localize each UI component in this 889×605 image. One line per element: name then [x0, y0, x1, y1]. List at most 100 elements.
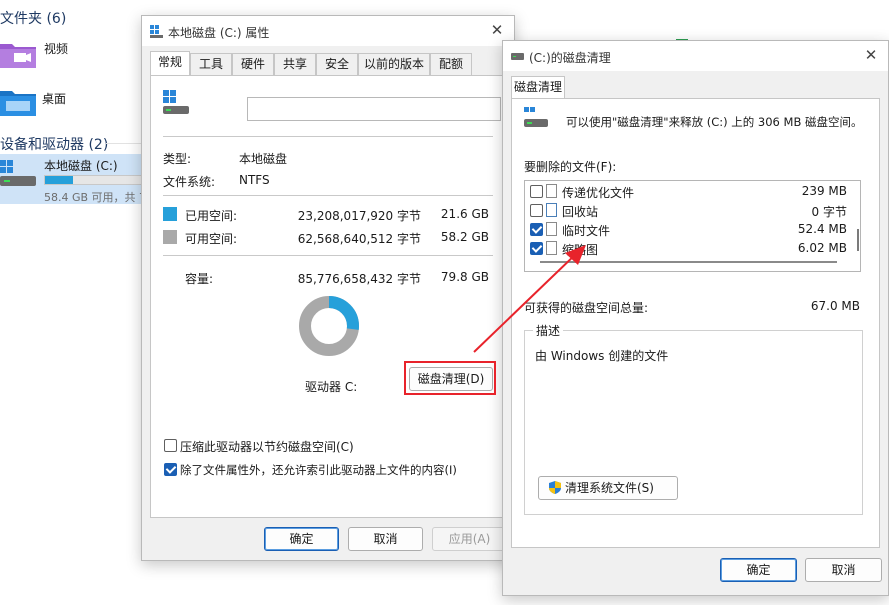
total-space-label: 可获得的磁盘空间总量: — [524, 301, 649, 315]
folder-label-video: 视频 — [44, 42, 69, 56]
type-label: 类型: — [163, 152, 192, 166]
drive-item-c[interactable]: 本地磁盘 (C:) 58.4 GB 可用，共 79 — [0, 154, 154, 204]
free-space-swatch — [163, 230, 177, 244]
files-to-delete-list[interactable]: 传递优化文件 239 MB 回收站 0 字节 临时文件 52.4 MB 缩略图 … — [524, 180, 861, 272]
file-size: 6.02 MB — [797, 241, 847, 255]
drive-name-input[interactable] — [247, 97, 501, 121]
used-space-label: 已用空间: — [185, 209, 238, 223]
free-space-bytes: 62,568,640,512 字节 — [297, 232, 421, 246]
index-label: 除了文件属性外，还允许索引此驱动器上文件的内容(I) — [180, 463, 457, 477]
files-to-delete-label: 要删除的文件(F): — [524, 160, 617, 174]
file-checkbox[interactable] — [530, 204, 543, 217]
cleanup-intro: 可以使用"磁盘清理"来释放 (C:) 上的 306 MB 磁盘空间。 — [566, 115, 863, 129]
cleanup-ok-button[interactable]: 确定 — [720, 558, 797, 582]
file-checkbox[interactable] — [530, 223, 543, 236]
recycle-bin-icon — [546, 203, 557, 217]
tab-disk-cleanup[interactable]: 磁盘清理 — [511, 76, 565, 100]
divider — [163, 255, 493, 256]
description-title: 描述 — [533, 322, 564, 339]
close-icon: ✕ — [864, 46, 878, 64]
folder-label-desktop: 桌面 — [42, 92, 67, 106]
cleanup-close-button[interactable]: ✕ — [860, 45, 882, 65]
tab-hardware[interactable]: 硬件 — [232, 53, 274, 75]
devices-divider — [106, 143, 142, 144]
file-name: 回收站 — [562, 205, 599, 219]
drive-icon — [0, 160, 36, 186]
used-space-size: 21.6 GB — [440, 207, 489, 221]
properties-title: 本地磁盘 (C:) 属性 — [168, 26, 270, 40]
drive-large-icon — [163, 90, 189, 114]
vertical-scrollbar[interactable] — [857, 229, 859, 251]
tab-previous-versions[interactable]: 以前的版本 — [358, 53, 430, 75]
file-name: 传递优化文件 — [562, 186, 635, 200]
drive-usage-fill — [45, 176, 73, 184]
shield-icon — [549, 481, 561, 494]
drive-free-text: 58.4 GB 可用，共 79 — [44, 191, 154, 204]
cleanup-title: (C:)的磁盘清理 — [529, 51, 611, 65]
file-checkbox[interactable] — [530, 242, 543, 255]
capacity-bytes: 85,776,658,432 字节 — [297, 272, 421, 286]
file-size: 52.4 MB — [797, 222, 847, 236]
properties-window: 本地磁盘 (C:) 属性 ✕ 常规 工具 硬件 共享 安全 以前的版本 配额 类… — [141, 15, 515, 561]
cleanup-drive-icon — [524, 107, 548, 127]
desktop-folder-icon — [0, 91, 36, 116]
file-icon — [546, 184, 557, 198]
highlight-box — [404, 361, 496, 395]
file-size: 0 字节 — [811, 205, 847, 219]
cleanup-panel: 可以使用"磁盘清理"来释放 (C:) 上的 306 MB 磁盘空间。 要删除的文… — [511, 98, 880, 548]
folders-heading: 文件夹 (6) — [0, 11, 67, 27]
list-item[interactable]: 传递优化文件 239 MB — [525, 182, 851, 201]
list-item[interactable]: 回收站 0 字节 — [525, 201, 851, 220]
file-size: 239 MB — [801, 184, 847, 198]
divider — [163, 136, 493, 137]
cleanup-small-icon — [511, 53, 524, 60]
drive-small-icon — [150, 25, 163, 38]
clean-system-files-button[interactable]: 清理系统文件(S) — [538, 476, 678, 500]
divider — [163, 195, 493, 196]
description-text: 由 Windows 创建的文件 — [535, 349, 669, 363]
properties-general-panel: 类型: 本地磁盘 文件系统: NTFS 已用空间: 23,208,017,920… — [150, 75, 506, 518]
list-item[interactable]: 缩略图 6.02 MB — [525, 239, 851, 258]
disk-cleanup-window: (C:)的磁盘清理 ✕ 磁盘清理 可以使用"磁盘清理"来释放 (C:) 上的 3… — [502, 40, 889, 596]
filesystem-label: 文件系统: — [163, 175, 216, 189]
drive-letter-label: 驱动器 C: — [305, 380, 358, 394]
tab-sharing[interactable]: 共享 — [274, 53, 316, 75]
devices-heading: 设备和驱动器 (2) — [0, 137, 109, 153]
index-checkbox[interactable] — [164, 463, 177, 476]
tab-security[interactable]: 安全 — [316, 53, 358, 75]
properties-ok-button[interactable]: 确定 — [264, 527, 339, 551]
disk-usage-donut — [299, 296, 359, 356]
type-value: 本地磁盘 — [239, 152, 288, 166]
properties-apply-button[interactable]: 应用(A) — [432, 527, 507, 551]
properties-cancel-button[interactable]: 取消 — [348, 527, 423, 551]
clean-system-files-label: 清理系统文件(S) — [565, 481, 654, 495]
total-space-value: 67.0 MB — [810, 299, 860, 313]
file-checkbox[interactable] — [530, 185, 543, 198]
properties-close-button[interactable]: ✕ — [486, 20, 508, 40]
filesystem-value: NTFS — [239, 173, 270, 187]
file-icon — [546, 241, 557, 255]
list-item[interactable]: 临时文件 52.4 MB — [525, 220, 851, 239]
capacity-label: 容量: — [185, 272, 214, 286]
compress-checkbox[interactable] — [164, 439, 177, 452]
tab-tools[interactable]: 工具 — [190, 53, 232, 75]
file-name: 临时文件 — [562, 224, 611, 238]
tab-quota[interactable]: 配额 — [430, 53, 472, 75]
drive-name: 本地磁盘 (C:) — [44, 159, 118, 173]
horizontal-scrollbar[interactable] — [540, 261, 837, 263]
compress-label: 压缩此驱动器以节约磁盘空间(C) — [180, 440, 354, 454]
free-space-size: 58.2 GB — [440, 230, 489, 244]
file-icon — [546, 222, 557, 236]
tab-general[interactable]: 常规 — [150, 51, 190, 75]
cleanup-titlebar[interactable]: (C:)的磁盘清理 ✕ — [503, 41, 888, 71]
video-folder-icon — [0, 44, 36, 68]
capacity-size: 79.8 GB — [440, 270, 489, 284]
description-group: 描述 由 Windows 创建的文件 清理系统文件(S) — [524, 322, 863, 515]
cleanup-cancel-button[interactable]: 取消 — [805, 558, 882, 582]
free-space-label: 可用空间: — [185, 232, 238, 246]
used-space-swatch — [163, 207, 177, 221]
properties-titlebar[interactable]: 本地磁盘 (C:) 属性 ✕ — [142, 16, 514, 46]
used-space-bytes: 23,208,017,920 字节 — [297, 209, 421, 223]
file-name: 缩略图 — [562, 243, 599, 257]
drive-usage-bar — [44, 175, 148, 185]
